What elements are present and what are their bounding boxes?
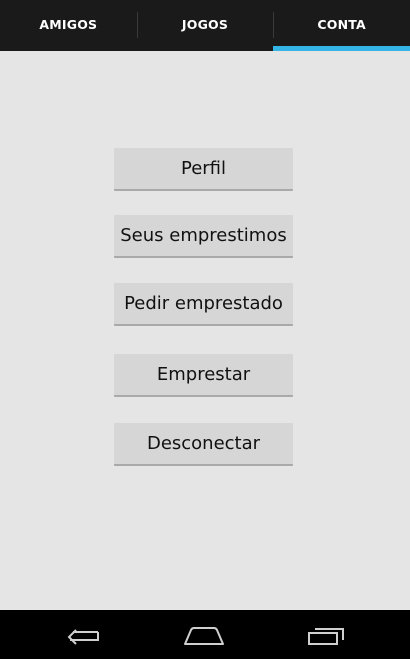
desconectar-button[interactable]: Desconectar	[114, 423, 293, 466]
tab-conta[interactable]: CONTA	[273, 0, 410, 51]
navigation-bar	[0, 610, 410, 659]
tab-amigos[interactable]: AMIGOS	[0, 0, 137, 51]
tab-amigos-label: AMIGOS	[39, 17, 98, 32]
tab-bar: AMIGOS JOGOS CONTA	[0, 0, 410, 51]
tab-jogos-label: JOGOS	[181, 17, 229, 32]
pedir-emprestado-button[interactable]: Pedir emprestado	[114, 283, 293, 326]
account-content: Perfil Seus emprestimos Pedir emprestado…	[0, 51, 410, 610]
back-icon	[67, 628, 99, 645]
emprestar-button[interactable]: Emprestar	[114, 354, 293, 397]
home-icon	[184, 626, 224, 645]
recent-apps-icon	[308, 627, 344, 645]
tab-conta-label: CONTA	[317, 17, 366, 32]
back-button[interactable]	[43, 610, 123, 659]
perfil-button[interactable]: Perfil	[114, 148, 293, 191]
seus-emprestimos-button[interactable]: Seus emprestimos	[114, 215, 293, 258]
home-button[interactable]	[164, 610, 244, 659]
tab-jogos[interactable]: JOGOS	[136, 0, 274, 51]
recent-apps-button[interactable]	[286, 610, 366, 659]
